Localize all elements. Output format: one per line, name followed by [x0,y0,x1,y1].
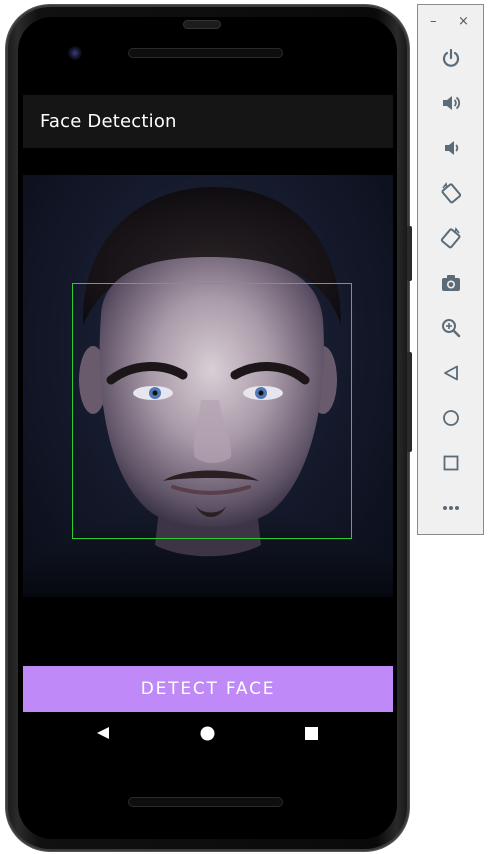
emulator-home-button[interactable] [438,405,464,431]
back-icon [97,727,109,739]
overview-icon [443,455,459,471]
detect-face-button[interactable]: DETECT FACE [23,666,393,712]
power-button[interactable] [438,45,464,71]
app-title: Face Detection [40,111,177,132]
overview-icon [304,726,318,740]
rotate-left-icon [441,182,462,204]
volume-up-button[interactable] [438,90,464,116]
bottom-speaker [128,797,283,807]
zoom-icon [442,319,461,338]
emulator-back-button[interactable] [438,360,464,386]
power-icon [442,48,460,67]
face-detection-box [72,283,352,539]
home-icon [443,410,459,426]
face-photo [23,175,393,597]
volume-down-button[interactable] [438,135,464,161]
phone-side-button [407,352,412,452]
close-icon[interactable]: × [458,15,469,29]
phone-top-slot [183,20,221,29]
screenshot-button[interactable] [438,270,464,296]
rotate-right-button[interactable] [438,225,464,251]
app-bar: Face Detection [23,95,393,148]
home-icon [200,726,214,740]
rotate-left-button[interactable] [438,180,464,206]
rotate-right-icon [440,227,461,249]
emulator-overview-button[interactable] [438,450,464,476]
camera-icon [442,275,460,291]
nav-home-button[interactable] [193,720,221,746]
zoom-button[interactable] [438,315,464,341]
phone-side-button [407,226,412,281]
nav-overview-button[interactable] [297,720,325,746]
nav-back-button[interactable] [89,720,117,746]
volume-down-icon [445,141,459,155]
top-speaker [128,48,283,58]
volume-up-icon [443,96,461,110]
front-camera [68,46,82,60]
more-button[interactable] [438,495,464,521]
emulator-toolbar: – × [417,4,484,535]
more-icon [443,506,459,510]
minimize-icon[interactable]: – [430,15,437,29]
detect-face-label: DETECT FACE [140,679,276,699]
back-icon [444,365,458,381]
